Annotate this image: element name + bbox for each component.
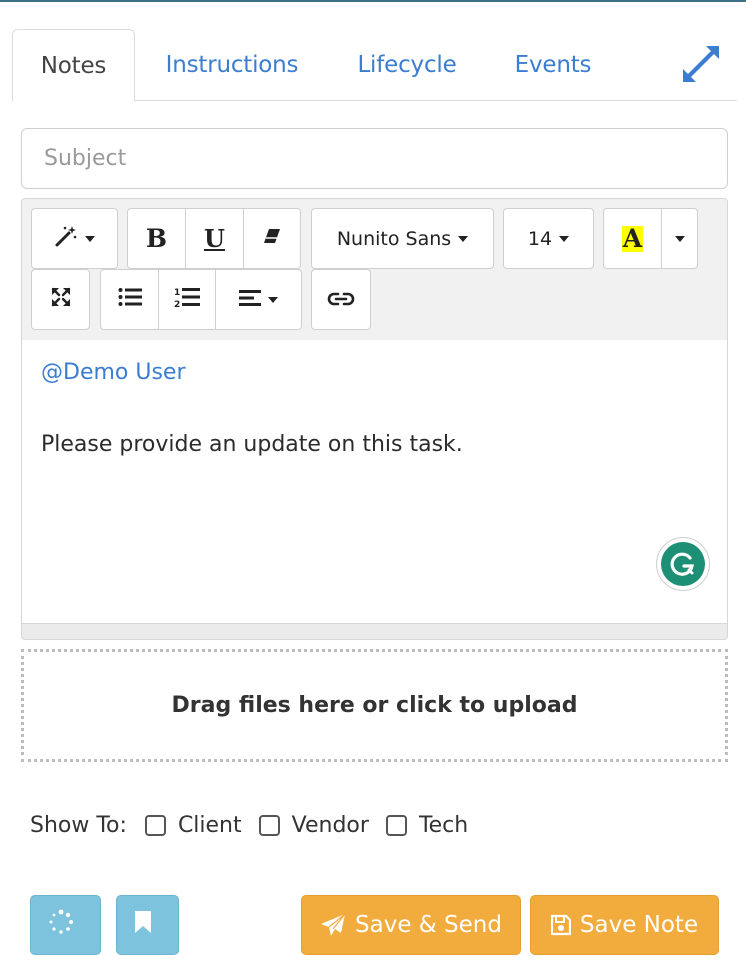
- bullet-list-button[interactable]: [100, 269, 159, 330]
- font-size-dropdown[interactable]: 14: [503, 208, 594, 269]
- user-mention[interactable]: @Demo User: [41, 360, 186, 385]
- tab-events[interactable]: Events: [502, 29, 604, 102]
- eraser-icon: [262, 227, 282, 251]
- editor-resize-bar[interactable]: [22, 623, 727, 639]
- text-color-button[interactable]: A: [603, 208, 662, 269]
- save-note-label: Save Note: [579, 912, 699, 938]
- bold-label: B: [145, 224, 168, 253]
- chevron-down-icon: [268, 296, 278, 303]
- numbered-list-button[interactable]: 1 2: [159, 269, 216, 330]
- spinner-icon: [48, 909, 83, 941]
- font-size-label: 14: [527, 227, 553, 250]
- bookmark-icon: [134, 910, 161, 940]
- rich-text-editor: B U Nunito Sans 14 A 1 2 @Demo User Plea…: [21, 198, 728, 640]
- chevron-down-icon: [85, 235, 95, 242]
- checkbox-client-box[interactable]: [144, 814, 166, 836]
- bookmark-button[interactable]: [116, 895, 179, 955]
- font-family-dropdown[interactable]: Nunito Sans: [311, 208, 494, 269]
- refresh-button[interactable]: [30, 895, 101, 955]
- save-note-button[interactable]: Save Note: [530, 895, 719, 955]
- magic-wand-icon: [54, 224, 78, 253]
- tab-bar: Notes Instructions Lifecycle Events: [12, 29, 737, 102]
- checkbox-client[interactable]: Client: [144, 812, 242, 838]
- grammarly-icon: [661, 542, 705, 586]
- checkbox-tech-label: Tech: [418, 812, 469, 838]
- chevron-down-icon: [458, 235, 469, 242]
- align-left-icon: [239, 288, 261, 312]
- fullscreen-icon: [50, 286, 72, 313]
- show-to-group: Show To: Client Vendor Tech: [30, 810, 485, 840]
- editor-toolbar: B U Nunito Sans 14 A 1 2: [22, 199, 727, 340]
- grammarly-button[interactable]: [656, 537, 710, 591]
- svg-text:1: 1: [174, 288, 180, 298]
- chevron-down-icon: [674, 235, 685, 242]
- insert-link-button[interactable]: [311, 269, 371, 330]
- link-icon: [327, 288, 355, 312]
- underline-label: U: [204, 224, 225, 253]
- expand-arrows-icon[interactable]: [680, 43, 722, 85]
- fullscreen-button[interactable]: [31, 269, 90, 330]
- paragraph-align-dropdown[interactable]: [216, 269, 302, 330]
- checkbox-tech[interactable]: Tech: [385, 812, 469, 838]
- subject-input[interactable]: [21, 128, 728, 189]
- save-and-send-button[interactable]: Save & Send: [301, 895, 521, 955]
- underline-button[interactable]: U: [186, 208, 244, 269]
- top-border: [0, 0, 746, 2]
- clear-format-button[interactable]: [244, 208, 301, 269]
- file-upload-dropzone[interactable]: Drag files here or click to upload: [21, 649, 728, 762]
- tab-notes[interactable]: Notes: [12, 29, 135, 102]
- chevron-down-icon: [559, 235, 570, 242]
- dropzone-label: Drag files here or click to upload: [171, 693, 578, 718]
- checkbox-tech-box[interactable]: [385, 814, 407, 836]
- checkbox-vendor[interactable]: Vendor: [258, 812, 369, 838]
- floppy-disk-icon: [550, 914, 571, 936]
- unordered-list-icon: [118, 287, 142, 312]
- checkbox-client-label: Client: [177, 812, 242, 838]
- text-color-label: A: [621, 223, 644, 253]
- style-dropdown-button[interactable]: [31, 208, 118, 269]
- editor-content[interactable]: @Demo User Please provide an update on t…: [22, 340, 727, 623]
- color-dropdown-button[interactable]: [662, 208, 698, 269]
- paper-plane-icon: [321, 913, 346, 936]
- show-to-label: Show To:: [30, 812, 127, 838]
- ordered-list-icon: 1 2: [174, 286, 200, 313]
- save-and-send-label: Save & Send: [355, 912, 502, 938]
- tab-lifecycle[interactable]: Lifecycle: [345, 29, 469, 102]
- checkbox-vendor-label: Vendor: [291, 812, 369, 838]
- svg-text:2: 2: [174, 300, 180, 308]
- note-body-text: Please provide an update on this task.: [41, 432, 463, 457]
- tab-instructions[interactable]: Instructions: [152, 29, 312, 102]
- bold-button[interactable]: B: [127, 208, 186, 269]
- checkbox-vendor-box[interactable]: [258, 814, 280, 836]
- font-family-label: Nunito Sans: [336, 227, 452, 250]
